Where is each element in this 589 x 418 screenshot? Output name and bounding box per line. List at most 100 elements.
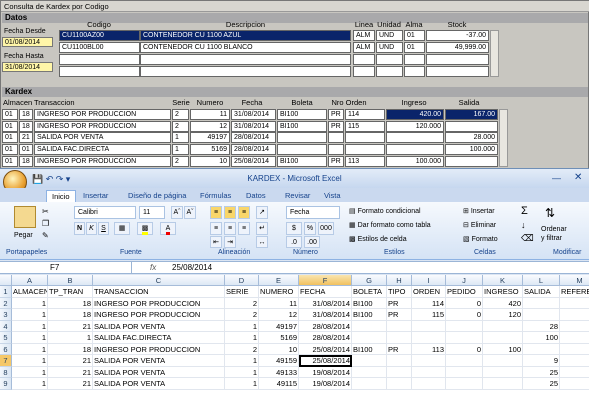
sheet-cell[interactable] <box>560 298 589 309</box>
header-cell[interactable]: INGRESO <box>483 286 523 298</box>
kardex-cell-boleta[interactable]: BI100 <box>277 155 327 167</box>
product-unidad-cell[interactable]: UND <box>376 30 403 41</box>
cut-icon[interactable]: ✂ <box>42 207 49 216</box>
kardex-cell-numero[interactable]: 12 <box>190 120 230 132</box>
format-cells-button[interactable]: ▧ Formato <box>463 235 498 243</box>
product-empty-cell[interactable] <box>140 66 351 77</box>
sheet-cell[interactable] <box>523 343 560 355</box>
shrink-font-icon[interactable]: Aˇ <box>184 206 196 219</box>
grow-font-icon[interactable]: Aˆ <box>171 206 183 219</box>
kardex-cell-numero[interactable]: 49197 <box>190 132 230 144</box>
paste-icon[interactable] <box>14 206 36 228</box>
clear-icon[interactable]: ⌫ <box>521 233 534 244</box>
sheet-cell[interactable]: 18 <box>48 297 93 309</box>
sheet-cell[interactable]: 2 <box>225 343 259 355</box>
product-empty-cell[interactable] <box>353 66 375 77</box>
percent-icon[interactable]: % <box>304 222 316 235</box>
align-top-icon[interactable]: ≡ <box>210 206 222 219</box>
kardex-cell-pr[interactable]: PR <box>328 120 344 132</box>
filter-label[interactable]: y filtrar <box>541 235 562 242</box>
tab-vista[interactable]: Vista <box>319 190 346 202</box>
tab-insertar[interactable]: Insertar <box>78 190 113 202</box>
kardex-cell-pr[interactable]: PR <box>328 155 344 167</box>
sheet-cell[interactable] <box>446 355 483 367</box>
sheet-cell[interactable]: 120 <box>483 309 523 321</box>
sheet-cell[interactable]: PR <box>387 309 412 321</box>
kardex-cell-trans[interactable]: INGRESO POR PRODUCCION <box>34 120 171 132</box>
header-cell[interactable]: TP_TRAN <box>48 286 93 298</box>
kardex-cell-tp[interactable]: 21 <box>19 132 33 144</box>
kardex-cell-pr[interactable] <box>328 132 344 144</box>
column-header[interactable]: A <box>12 275 48 286</box>
quick-access-icons[interactable]: 💾 ↶ ↷ ▾ <box>32 174 70 185</box>
fecha-hasta-field[interactable]: 31/08/2014 <box>2 62 53 72</box>
sheet-cell[interactable]: 0 <box>446 343 483 355</box>
sheet-cell[interactable]: 1 <box>12 366 48 378</box>
wrap-text-icon[interactable]: ↵ <box>256 222 268 235</box>
kardex-cell-serie[interactable]: 2 <box>172 109 189 120</box>
product-empty-cell[interactable] <box>426 66 489 77</box>
sheet-cell[interactable]: 2 <box>225 309 259 321</box>
sheet-cell[interactable]: 21 <box>48 320 93 332</box>
sheet-cell[interactable]: 1 <box>225 320 259 332</box>
sheet-cell[interactable] <box>483 378 523 390</box>
sheet-cell[interactable] <box>446 378 483 390</box>
row-header[interactable]: 4 <box>0 320 12 332</box>
sheet-cell[interactable]: PR <box>387 297 412 309</box>
copy-icon[interactable]: ❐ <box>42 219 49 228</box>
sheet-cell[interactable]: 10 <box>259 343 299 355</box>
tab-diseno-pagina[interactable]: Diseño de página <box>123 190 191 202</box>
thousands-icon[interactable]: 000 <box>318 222 334 235</box>
kardex-cell-ingreso[interactable]: 120.000 <box>386 120 444 132</box>
kardex-cell-numero[interactable]: 10 <box>190 155 230 167</box>
fx-icon[interactable]: fx <box>150 262 156 274</box>
sort-label[interactable]: Ordenar <box>541 226 567 233</box>
sheet-cell[interactable] <box>560 344 589 355</box>
sheet-cell[interactable]: 49197 <box>259 320 299 332</box>
sheet-cell[interactable]: BI100 <box>352 297 387 309</box>
sheet-cell[interactable]: 0 <box>446 309 483 321</box>
product-linea-cell[interactable]: ALM <box>353 30 375 41</box>
kardex-cell-numero[interactable]: 11 <box>190 109 230 120</box>
sheet-cell[interactable]: 1 <box>12 355 48 367</box>
sheet-cell[interactable]: 115 <box>412 309 446 321</box>
kardex-cell-salida[interactable]: 28.000 <box>445 132 498 144</box>
product-alma-cell[interactable]: 01 <box>404 42 425 53</box>
sheet-cell[interactable] <box>446 320 483 332</box>
sheet-cell[interactable] <box>352 320 387 332</box>
kardex-cell-alm[interactable]: 01 <box>2 155 18 167</box>
fill-color-icon[interactable]: ▩ <box>137 222 153 235</box>
kardex-cell-serie[interactable]: 2 <box>172 155 189 167</box>
insert-cells-button[interactable]: ⊞ Insertar <box>463 207 495 215</box>
sheet-cell[interactable] <box>412 332 446 344</box>
sheet-cell[interactable]: 113 <box>412 343 446 355</box>
header-cell[interactable]: NUMERO <box>259 286 299 298</box>
column-header[interactable]: M <box>560 275 589 286</box>
kardex-cell-salida[interactable] <box>445 120 498 132</box>
align-right-icon[interactable]: ≡ <box>238 222 250 235</box>
sheet-cell[interactable]: 49115 <box>259 378 299 390</box>
sheet-cell[interactable]: 21 <box>48 378 93 390</box>
row-header[interactable]: 8 <box>0 366 12 378</box>
sheet-cell[interactable] <box>560 321 589 332</box>
sheet-cell[interactable]: 28/08/2014 <box>299 320 352 332</box>
sheet-cell[interactable]: SALIDA POR VENTA <box>93 320 225 332</box>
sheet-cell[interactable] <box>412 366 446 378</box>
kardex-cell-trans[interactable]: INGRESO POR PRODUCCION <box>34 155 171 167</box>
sheet-cell[interactable]: 21 <box>48 355 93 367</box>
sheet-cell[interactable]: 19/08/2014 <box>299 366 352 378</box>
sheet-cell[interactable]: 420 <box>483 297 523 309</box>
kardex-cell-pr[interactable]: PR <box>328 109 344 120</box>
kardex-cell-fecha[interactable]: 31/08/2014 <box>231 120 276 132</box>
product-descripcion-cell[interactable]: CONTENEDOR CU 1100 BLANCO <box>140 42 351 53</box>
tab-revisar[interactable]: Revisar <box>280 190 315 202</box>
product-alma-cell[interactable]: 01 <box>404 30 425 41</box>
sheet-cell[interactable]: 12 <box>259 309 299 321</box>
kardex-cell-orden[interactable] <box>345 132 385 144</box>
product-grid-scrollbar[interactable] <box>490 30 499 77</box>
sheet-cell[interactable]: 1 <box>48 332 93 344</box>
sheet-cell[interactable]: 9 <box>523 355 560 367</box>
sheet-cell[interactable] <box>560 378 589 390</box>
kardex-cell-ingreso[interactable]: 100.000 <box>386 155 444 167</box>
product-unidad-cell[interactable]: UND <box>376 42 403 53</box>
